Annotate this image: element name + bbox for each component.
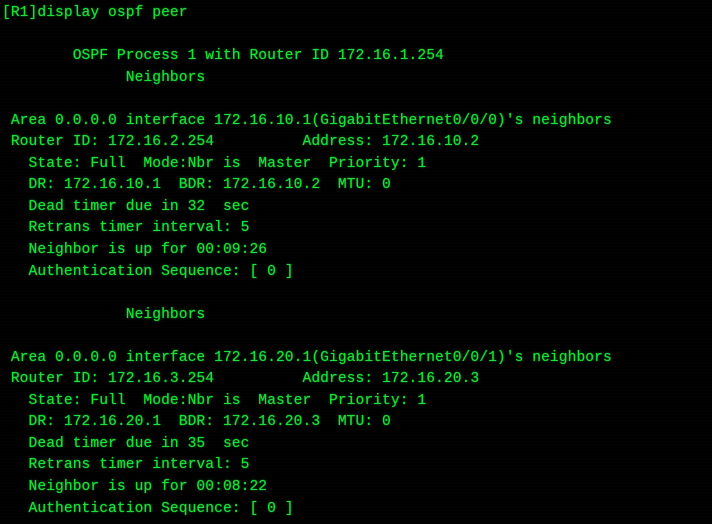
area-header-2: Area 0.0.0.0 interface 172.16.20.1(Gigab…	[2, 349, 612, 366]
neighbor-state-1: State: Full Mode:Nbr is Master Priority:…	[2, 155, 427, 172]
neighbor-state-2: State: Full Mode:Nbr is Master Priority:…	[2, 392, 427, 409]
neighbor-router-id-1: Router ID: 172.16.2.254 Address: 172.16.…	[2, 134, 480, 151]
neighbor-dr-bdr-1: DR: 172.16.10.1 BDR: 172.16.10.2 MTU: 0	[2, 177, 391, 194]
neighbor-dead-timer-2: Dead timer due in 35 sec	[2, 435, 250, 452]
neighbor-dr-bdr-2: DR: 172.16.20.1 BDR: 172.16.20.3 MTU: 0	[2, 414, 391, 431]
neighbor-retrans-timer-1: Retrans timer interval: 5	[2, 220, 250, 237]
neighbor-auth-sequence-2: Authentication Sequence: [ 0 ]	[2, 500, 294, 517]
terminal-output-area[interactable]: [R1]display ospf peer OSPF Process 1 wit…	[0, 0, 712, 524]
neighbor-retrans-timer-2: Retrans timer interval: 5	[2, 457, 250, 474]
terminal-line-command: [R1]display ospf peer	[2, 5, 188, 21]
neighbor-dead-timer-1: Dead timer due in 32 sec	[2, 198, 250, 215]
area-header-1: Area 0.0.0.0 interface 172.16.10.1(Gigab…	[2, 112, 612, 129]
neighbor-router-id-2: Router ID: 172.16.3.254 Address: 172.16.…	[2, 371, 480, 388]
neighbor-uptime-1: Neighbor is up for 00:09:26	[2, 242, 268, 259]
ospf-process-header: OSPF Process 1 with Router ID 172.16.1.2…	[2, 48, 444, 65]
terminal-window[interactable]: [R1]display ospf peer OSPF Process 1 wit…	[0, 0, 712, 524]
neighbors-heading-2: Neighbors	[2, 306, 206, 323]
neighbor-auth-sequence-1: Authentication Sequence: [ 0 ]	[2, 263, 294, 280]
neighbors-heading-1: Neighbors	[2, 69, 206, 86]
neighbor-uptime-2: Neighbor is up for 00:08:22	[2, 479, 268, 496]
